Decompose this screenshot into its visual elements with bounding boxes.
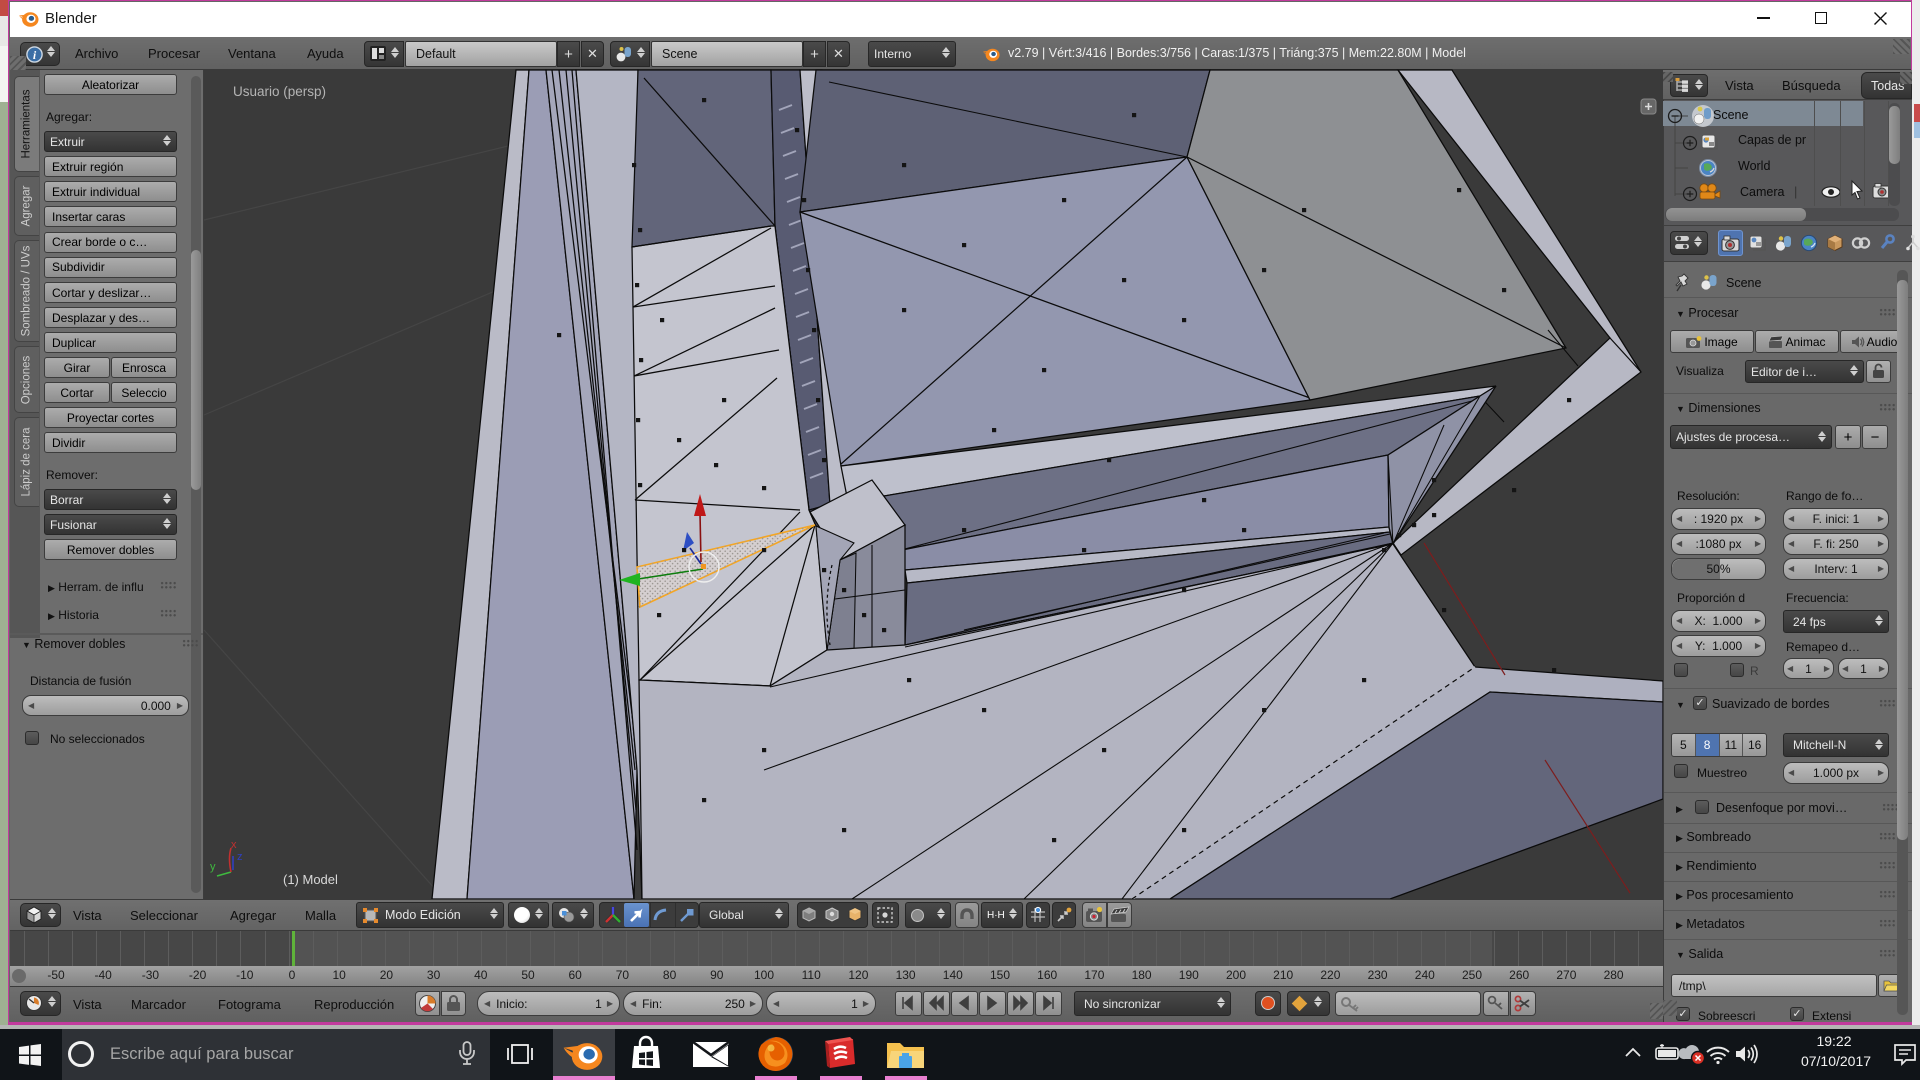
svg-text:x: x (231, 839, 237, 851)
svg-text:y: y (210, 861, 216, 873)
svg-text:Usuario (persp): Usuario (persp) (233, 84, 326, 99)
svg-text:(1) Model: (1) Model (283, 872, 338, 887)
svg-text:z: z (237, 851, 243, 863)
